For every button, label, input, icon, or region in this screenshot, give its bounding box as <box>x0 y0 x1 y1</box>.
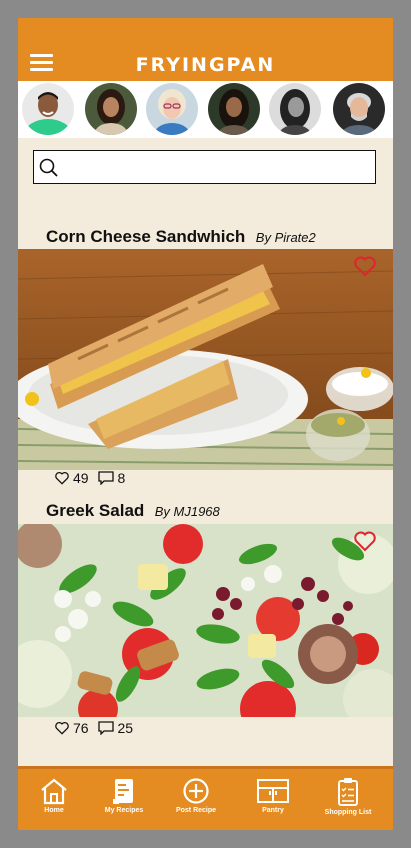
like-count-value: 49 <box>73 470 89 486</box>
favorite-heart-icon[interactable] <box>353 255 377 277</box>
app-screen: FRYINGPAN Corn Cheese Sandwhich By Pirat… <box>18 18 393 830</box>
user-stories-row <box>18 81 393 138</box>
search-input[interactable] <box>66 155 370 181</box>
nav-shopping-list[interactable]: Shopping List <box>312 777 384 816</box>
story-avatar-1[interactable] <box>22 83 74 135</box>
story-avatar-6[interactable] <box>333 83 385 135</box>
post-image[interactable] <box>18 249 393 470</box>
nav-label: Shopping List <box>324 809 372 816</box>
plus-circle-icon <box>183 778 209 804</box>
favorite-heart-icon[interactable] <box>353 530 377 552</box>
post-author[interactable]: By Pirate2 <box>256 230 316 245</box>
like-count[interactable]: 49 <box>54 470 89 486</box>
comment-count[interactable]: 25 <box>98 720 133 736</box>
comment-bubble-icon <box>98 721 115 735</box>
nav-post-recipe[interactable]: Post Recipe <box>160 777 232 814</box>
nav-label: My Recipes <box>104 807 144 814</box>
like-count-value: 76 <box>73 720 89 736</box>
post-stats: 49 8 <box>54 470 131 488</box>
post-title[interactable]: Corn Cheese Sandwhich <box>46 227 245 246</box>
nav-home[interactable]: Home <box>18 777 90 814</box>
nav-label: Post Recipe <box>175 807 217 814</box>
heart-outline-icon <box>55 471 69 485</box>
search-icon <box>39 158 58 177</box>
pantry-cabinet-icon <box>257 779 289 803</box>
post-title[interactable]: Greek Salad <box>46 501 144 520</box>
story-avatar-2[interactable] <box>85 83 137 135</box>
post-author[interactable]: By MJ1968 <box>155 504 220 519</box>
nav-label: Pantry <box>262 807 284 814</box>
post-stats: 76 25 <box>54 720 139 738</box>
heart-outline-icon <box>55 721 69 735</box>
like-count[interactable]: 76 <box>54 720 89 736</box>
top-bar: FRYINGPAN <box>18 18 393 81</box>
post-image[interactable] <box>18 524 393 717</box>
nav-pantry[interactable]: Pantry <box>237 777 309 814</box>
comment-count-value: 8 <box>117 470 126 486</box>
nav-label: Home <box>44 807 64 814</box>
post-header: Corn Cheese Sandwhich By Pirate2 <box>46 227 316 247</box>
post-header: Greek Salad By MJ1968 <box>46 501 220 521</box>
recipe-book-icon <box>113 779 133 804</box>
story-avatar-3[interactable] <box>146 83 198 135</box>
story-avatar-5[interactable] <box>269 83 321 135</box>
bottom-navigation: Home My Recipes Post Recipe Pantry Shopp… <box>18 766 393 830</box>
clipboard-list-icon <box>338 778 358 806</box>
comment-bubble-icon <box>98 471 115 485</box>
nav-my-recipes[interactable]: My Recipes <box>88 777 160 814</box>
search-bar <box>33 150 376 184</box>
story-avatar-4[interactable] <box>208 83 260 135</box>
comment-count[interactable]: 8 <box>98 470 125 486</box>
app-title: FRYINGPAN <box>135 54 276 76</box>
home-icon <box>41 778 67 805</box>
comment-count-value: 25 <box>117 720 134 736</box>
